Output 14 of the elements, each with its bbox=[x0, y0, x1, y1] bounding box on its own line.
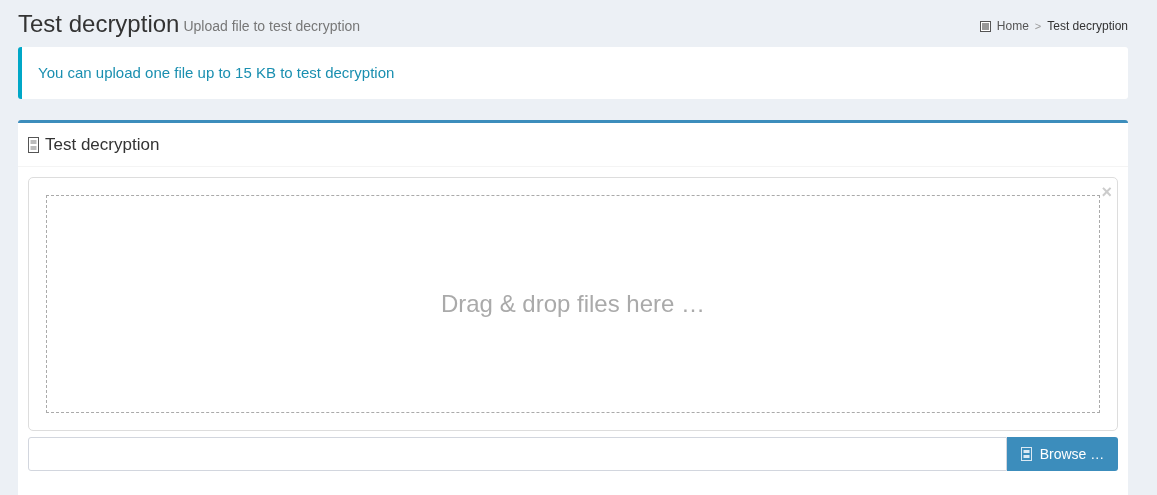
browse-button[interactable]: Browse … bbox=[1007, 437, 1118, 471]
file-name-field[interactable] bbox=[28, 437, 1007, 471]
page-title: Test decryption bbox=[18, 10, 180, 38]
drop-area[interactable]: Drag & drop files here … bbox=[46, 195, 1100, 413]
breadcrumb-link[interactable]: Home bbox=[996, 17, 1029, 35]
page-subtitle: Upload file to test decryption bbox=[183, 17, 361, 36]
breadcrumb-separator: > bbox=[1034, 18, 1042, 34]
callout-text: You can upload one file up to 15 KB to test decryption bbox=[38, 62, 395, 83]
document-icon bbox=[28, 136, 39, 153]
breadcrumb-current: Test decryption bbox=[1047, 18, 1128, 35]
close-button[interactable]: × bbox=[1101, 182, 1112, 202]
panel-title: Test decryption bbox=[45, 133, 160, 156]
drop-hint: Drag & drop files here … bbox=[440, 289, 706, 319]
drop-zone[interactable]: × Drag & drop files here … bbox=[28, 177, 1118, 431]
